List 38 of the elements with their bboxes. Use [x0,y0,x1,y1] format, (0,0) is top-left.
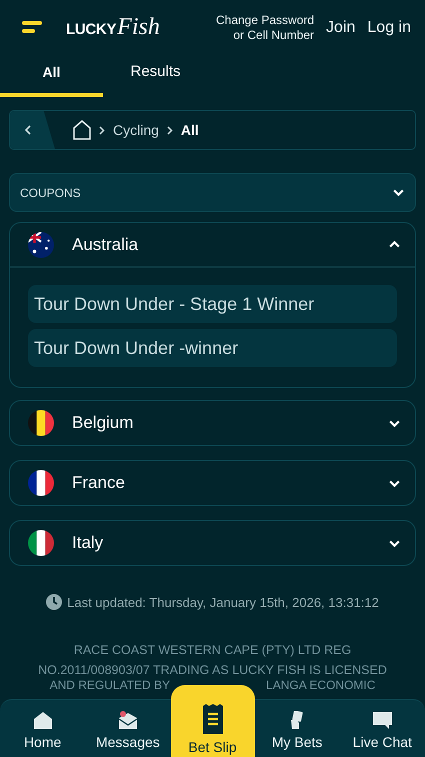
home-icon[interactable] [73,120,91,140]
login-link[interactable]: Log in [367,18,411,36]
legal-text: RACE COAST WESTERN CAPE (PTY) LTD REG NO.2011/008903/07 TRADING AS LUCKY FISH IS LICENSED [37,642,388,679]
clock-icon [46,594,62,610]
receipt-icon [202,704,224,734]
nav-item[interactable]: Messages [85,700,170,757]
legal-text: AND REGULATED BY [50,678,170,692]
change-password-link[interactable]: Change Password or Cell Number [216,12,314,42]
nav-item[interactable]: Bet Slip [170,685,254,757]
hand-cards-icon [290,711,304,729]
nav-item[interactable]: Home [0,700,86,757]
legal-text: LANGA ECONOMIC [266,678,376,692]
last-updated-text: Last updated: Thursday, January 15th, 2026, 13:31:12 [67,594,379,610]
back-icon [24,125,32,135]
country-header[interactable]: France [10,461,415,505]
country-header[interactable]: Belgium [10,401,415,445]
tab[interactable]: All [0,55,103,97]
nav-item[interactable]: My Bets [254,700,340,757]
nav-item[interactable]: Live Chat [340,700,425,757]
coupons-dropdown[interactable]: COUPONS [9,173,416,212]
logo[interactable]: LUCKYFish [66,14,160,41]
tab[interactable]: Results [103,55,208,97]
chevron-right-icon [166,126,173,134]
breadcrumb-link[interactable]: All [180,122,199,138]
country-header[interactable]: Italy [10,521,415,565]
flag-icon [28,232,54,258]
market-link[interactable]: Tour Down Under -winner [28,329,397,367]
flag-icon [28,410,54,436]
join-link[interactable]: Join [326,18,356,36]
breadcrumb-link[interactable]: Cycling [113,122,159,138]
home-icon [34,712,52,729]
country-header[interactable]: Australia [10,223,415,268]
menu-icon[interactable] [22,20,42,34]
flag-icon [28,470,54,496]
flag-icon [28,530,54,556]
chat-icon [372,712,392,729]
chevron-right-icon [99,126,105,134]
market-link[interactable]: Tour Down Under - Stage 1 Winner [28,285,397,323]
